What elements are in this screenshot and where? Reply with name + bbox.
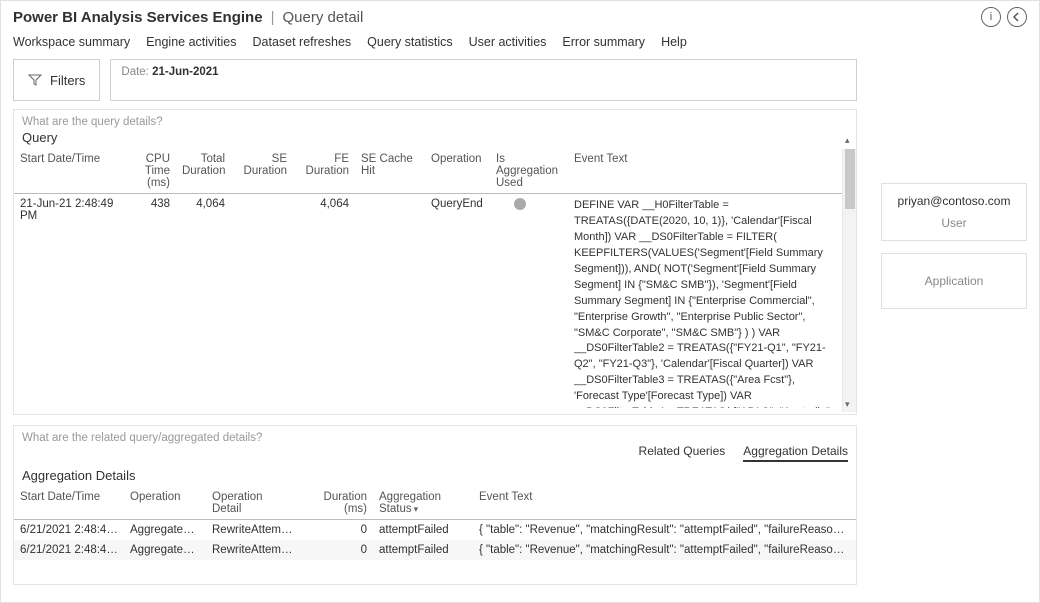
application-card[interactable]: Application — [881, 253, 1027, 309]
acell-operation: AggregateTabl... — [124, 540, 206, 560]
aggregation-row[interactable]: 6/21/2021 2:48:48 PM AggregateTabl... Re… — [14, 540, 856, 560]
header: Power BI Analysis Services Engine | Quer… — [1, 1, 1039, 27]
cell-cpu: 438 — [124, 194, 176, 413]
query-title: Query — [14, 128, 856, 149]
cell-aggregation — [490, 194, 568, 413]
application-label: Application — [890, 274, 1018, 288]
side-panel: priyan@contoso.com User Application — [881, 183, 1027, 309]
acell-opdetail: RewriteAttempted — [206, 520, 301, 541]
date-label: Date: — [121, 66, 149, 78]
tab-engine-activities[interactable]: Engine activities — [146, 35, 236, 49]
acol-operation[interactable]: Operation — [124, 487, 206, 520]
aggregation-table: Start Date/Time Operation Operation Deta… — [14, 487, 856, 560]
acell-start: 6/21/2021 2:48:45 PM — [14, 520, 124, 541]
related-tabs: Related Queries Aggregation Details — [14, 444, 856, 466]
user-label: User — [890, 216, 1018, 230]
aggregation-row[interactable]: 6/21/2021 2:48:45 PM AggregateTabl... Re… — [14, 520, 856, 541]
cell-se — [231, 194, 293, 413]
header-actions: i — [981, 7, 1027, 27]
app-title: Power BI Analysis Services Engine — [13, 9, 263, 26]
tab-related-queries[interactable]: Related Queries — [639, 444, 726, 462]
tab-workspace-summary[interactable]: Workspace summary — [13, 35, 130, 49]
cell-event: DEFINE VAR __H0FilterTable = TREATAS({DA… — [568, 194, 842, 413]
aggregation-hint: What are the related query/aggregated de… — [14, 426, 856, 444]
col-cache[interactable]: SE Cache Hit — [355, 149, 425, 194]
cell-fe: 4,064 — [293, 194, 355, 413]
tab-user-activities[interactable]: User activities — [469, 35, 547, 49]
acell-opdetail: RewriteAttempted — [206, 540, 301, 560]
acol-opdetail[interactable]: Operation Detail — [206, 487, 301, 520]
acol-start[interactable]: Start Date/Time — [14, 487, 124, 520]
aggregation-dot-icon — [514, 198, 526, 210]
query-row[interactable]: 21-Jun-21 2:48:49 PM 438 4,064 4,064 Que… — [14, 194, 842, 413]
back-icon[interactable] — [1007, 7, 1027, 27]
acol-event[interactable]: Event Text — [473, 487, 856, 520]
cell-start: 21-Jun-21 2:48:49 PM — [14, 194, 124, 413]
tab-query-statistics[interactable]: Query statistics — [367, 35, 452, 49]
col-cpu[interactable]: CPU Time (ms) — [124, 149, 176, 194]
cell-total: 4,064 — [176, 194, 231, 413]
query-hint: What are the query details? — [14, 110, 856, 128]
acell-event: { "table": "Revenue", "matchingResult": … — [473, 520, 856, 541]
aggregation-header-row: Start Date/Time Operation Operation Deta… — [14, 487, 856, 520]
tab-aggregation-details[interactable]: Aggregation Details — [743, 444, 848, 462]
user-card[interactable]: priyan@contoso.com User — [881, 183, 1027, 241]
title-block: Power BI Analysis Services Engine | Quer… — [13, 9, 363, 26]
title-separator: | — [271, 9, 275, 26]
acol-duration[interactable]: Duration (ms) — [301, 487, 373, 520]
col-operation[interactable]: Operation — [425, 149, 490, 194]
query-header-row: Start Date/Time CPU Time (ms) Total Dura… — [14, 149, 842, 194]
date-filter[interactable]: Date: 21-Jun-2021 — [110, 59, 857, 101]
filters-row: Filters Date: 21-Jun-2021 — [1, 59, 869, 101]
acell-status: attemptFailed — [373, 540, 473, 560]
sort-desc-icon: ▾ — [414, 504, 419, 514]
col-aggregation[interactable]: Is Aggregation Used — [490, 149, 568, 194]
aggregation-panel: What are the related query/aggregated de… — [13, 425, 857, 585]
query-table: Start Date/Time CPU Time (ms) Total Dura… — [14, 149, 842, 412]
filters-label: Filters — [50, 73, 85, 88]
scroll-down-icon[interactable]: ▾ — [845, 399, 850, 410]
query-scrollbar[interactable]: ▴ ▾ — [842, 149, 856, 412]
acell-duration: 0 — [301, 520, 373, 541]
cell-cache — [355, 194, 425, 413]
acell-event: { "table": "Revenue", "matchingResult": … — [473, 540, 856, 560]
tab-help[interactable]: Help — [661, 35, 687, 49]
col-se[interactable]: SE Duration — [231, 149, 293, 194]
user-email: priyan@contoso.com — [890, 194, 1018, 208]
page-subtitle: Query detail — [282, 9, 363, 26]
tab-error-summary[interactable]: Error summary — [562, 35, 645, 49]
col-total[interactable]: Total Duration — [176, 149, 231, 194]
scroll-up-icon[interactable]: ▴ — [845, 135, 850, 146]
scroll-thumb[interactable] — [845, 149, 855, 209]
acell-start: 6/21/2021 2:48:48 PM — [14, 540, 124, 560]
cell-operation: QueryEnd — [425, 194, 490, 413]
col-fe[interactable]: FE Duration — [293, 149, 355, 194]
col-start[interactable]: Start Date/Time — [14, 149, 124, 194]
acell-operation: AggregateTabl... — [124, 520, 206, 541]
acell-status: attemptFailed — [373, 520, 473, 541]
aggregation-title: Aggregation Details — [14, 466, 856, 487]
query-panel: What are the query details? Query Start … — [13, 109, 857, 415]
tab-dataset-refreshes[interactable]: Dataset refreshes — [253, 35, 352, 49]
event-text: DEFINE VAR __H0FilterTable = TREATAS({DA… — [574, 198, 836, 408]
filter-icon — [28, 73, 42, 87]
acol-status[interactable]: Aggregation Status▾ — [373, 487, 473, 520]
filters-button[interactable]: Filters — [13, 59, 100, 101]
col-event[interactable]: Event Text — [568, 149, 842, 194]
nav-tabs: Workspace summary Engine activities Data… — [1, 27, 1039, 59]
acell-duration: 0 — [301, 540, 373, 560]
info-icon[interactable]: i — [981, 7, 1001, 27]
date-value: 21-Jun-2021 — [152, 66, 218, 78]
